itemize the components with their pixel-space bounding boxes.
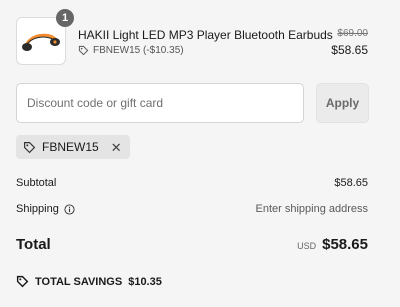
price-original: $69.00: [337, 28, 368, 39]
total-row: Total USD $58.65: [16, 236, 368, 253]
product-discount-label: FBNEW15 (-$10.35): [93, 45, 184, 56]
shipping-row: Shipping Enter shipping address: [16, 203, 368, 215]
close-icon[interactable]: ✕: [111, 141, 122, 154]
applied-discount-chip: FBNEW15 ✕: [16, 135, 130, 159]
shipping-label: Shipping: [16, 203, 59, 215]
total-amount: $58.65: [322, 236, 368, 253]
subtotal-label: Subtotal: [16, 177, 57, 189]
tag-icon: [78, 45, 89, 56]
product-price: $69.00 $58.65: [331, 28, 368, 57]
earbuds-image: [22, 33, 60, 51]
product-title: HAKII Light LED MP3 Player Bluetooth Ear…: [78, 28, 333, 42]
subtotal-row: Subtotal $58.65: [16, 177, 368, 189]
cart-line-item: 1 HAKII Light LED MP3 Player Bluetooth E…: [16, 9, 368, 67]
total-savings: TOTAL SAVINGS $10.35: [16, 275, 162, 288]
help-icon[interactable]: [64, 203, 75, 215]
tag-icon: [16, 275, 29, 288]
subtotal-value: $58.65: [334, 177, 368, 189]
shipping-value: Enter shipping address: [255, 203, 368, 215]
total-currency: USD: [297, 241, 317, 251]
quantity-badge: 1: [56, 9, 74, 27]
price-final: $58.65: [331, 43, 368, 57]
apply-button[interactable]: Apply: [316, 83, 369, 123]
applied-discount-code: FBNEW15: [42, 140, 99, 154]
savings-label: TOTAL SAVINGS: [35, 275, 123, 288]
tag-icon: [24, 141, 36, 153]
discount-code-input[interactable]: [16, 83, 304, 123]
savings-value: $10.35: [128, 275, 162, 288]
product-discount: FBNEW15 (-$10.35): [78, 45, 184, 56]
total-label: Total: [16, 236, 51, 253]
